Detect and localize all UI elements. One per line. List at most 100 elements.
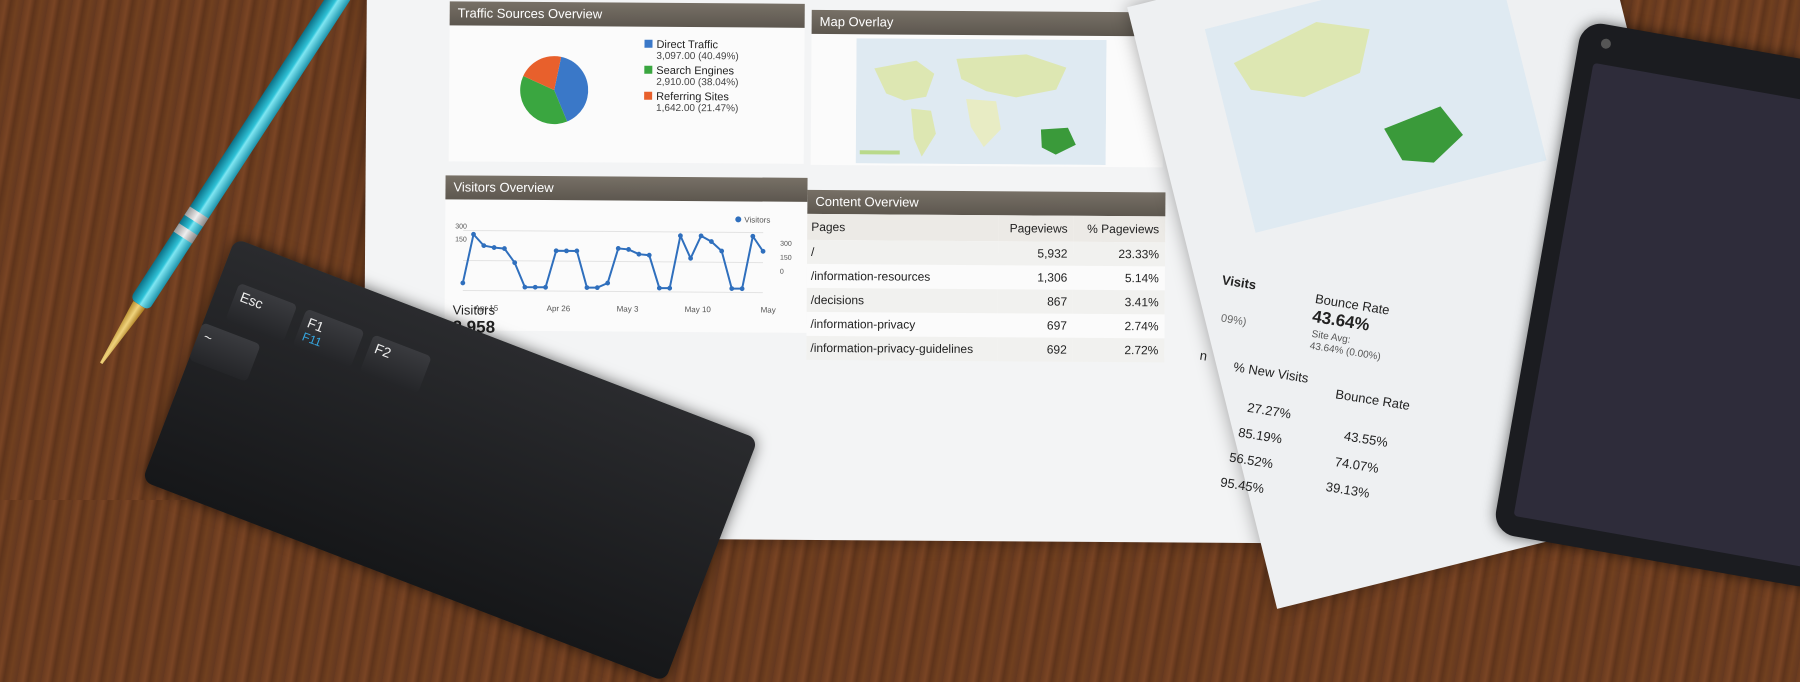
visitors-legend-label: Visitors — [744, 215, 771, 225]
visitors-point — [543, 284, 548, 290]
visitors-point — [522, 284, 528, 290]
legend-value: 2,910.00 (38.04%) — [656, 76, 739, 89]
pageviews: 692 — [996, 337, 1073, 362]
world-map — [855, 38, 1107, 165]
visitors-point — [760, 248, 766, 254]
visitors-legend-dot — [735, 216, 742, 223]
visitors-point — [532, 284, 538, 290]
bounce-rate-cell: 39.13% — [1324, 479, 1371, 501]
visitors-point — [584, 285, 590, 290]
visitors-point — [471, 231, 476, 237]
legend-item-search: Search Engines 2,910.00 (38.04%) — [644, 64, 739, 89]
legend-swatch-direct — [644, 39, 653, 48]
visitors-point — [719, 248, 725, 254]
visitors-point — [688, 255, 693, 261]
key-tilde: ~ — [188, 322, 261, 382]
visitors-x-ticks: Apr 15 Apr 26 May 3 May 10 May — [445, 303, 807, 315]
pct-pageviews: 5.14% — [1124, 271, 1159, 286]
grid-line — [463, 229, 764, 234]
secondary-map — [1204, 0, 1547, 233]
traffic-sources-panel: Traffic Sources Overview Direct Traffic … — [448, 1, 805, 164]
key-tilde-label: ~ — [201, 328, 215, 347]
visitors-point — [729, 286, 735, 291]
legend-label: Direct Traffic — [656, 38, 719, 52]
visitors-point — [491, 245, 497, 250]
visitors-summary-label: Visitors — [452, 302, 496, 318]
visitors-point — [698, 233, 704, 239]
page-path: / — [806, 239, 998, 266]
visitors-line-chart — [460, 229, 766, 294]
table-row: /information-privacy-guidelines 692 2.72… — [806, 335, 1165, 363]
col-pages: Pages — [807, 213, 998, 242]
visitors-point — [667, 285, 673, 291]
pageviews: 867 — [997, 289, 1074, 314]
visitors-point — [750, 233, 756, 239]
y-tick: 0 — [779, 268, 784, 276]
col-bounce-rate: Bounce Rate — [1334, 386, 1412, 413]
visitors-y-left: 300 150 — [455, 223, 467, 243]
visitors-point — [574, 248, 580, 254]
visits-pct-partial: 09%) — [1220, 312, 1248, 329]
visitors-point — [615, 246, 621, 251]
visitors-point — [626, 247, 631, 252]
table-row: /information-resources 1,306 5.14% — [807, 264, 1165, 290]
visitors-point — [739, 286, 745, 292]
x-tick: May — [760, 305, 776, 315]
key-f1: F1 F11 — [292, 308, 365, 369]
legend-item-direct: Direct Traffic 3,097.00 (40.49%) — [644, 38, 739, 63]
map-overlay-title: Map Overlay — [811, 9, 1164, 37]
bounce-rate-cell: 43.55% — [1343, 428, 1389, 450]
legend-swatch-search — [644, 65, 653, 74]
page-path: /information-resources — [810, 268, 931, 284]
page-path: /information-privacy — [810, 316, 916, 332]
content-overview-title: Content Overview — [807, 189, 1166, 217]
table-row: /decisions 867 3.41% — [806, 287, 1165, 315]
x-tick: May 3 — [616, 304, 639, 314]
visitors-point — [636, 251, 642, 257]
visitors-point — [502, 246, 507, 251]
y-tick: 150 — [779, 254, 792, 262]
visitors-point — [512, 260, 518, 266]
page-path: /information-privacy-guidelines — [806, 335, 997, 362]
pct-pageviews: 3.41% — [1073, 289, 1165, 315]
visitors-point — [564, 248, 569, 254]
page-path: /decisions — [806, 287, 998, 314]
visitors-overview-panel: Visitors Overview Visitors 300 150 300 1… — [444, 175, 808, 333]
traffic-pie-chart — [520, 56, 589, 125]
new-visits-cell: 85.19% — [1237, 424, 1284, 447]
col-pageviews: Pageviews — [997, 215, 1074, 242]
legend-item-referring: Referring Sites 1,642.00 (21.47%) — [644, 91, 739, 115]
key-esc: Esc — [225, 282, 298, 343]
pageviews: 5,932 — [997, 241, 1074, 266]
pen-tip — [95, 301, 145, 367]
content-table-header: Pages Pageviews % Pageviews — [807, 213, 1166, 243]
new-visits-cell: 95.45% — [1219, 474, 1266, 497]
key-f2: F2 — [359, 334, 432, 394]
visitors-point — [594, 285, 600, 291]
grid-line — [462, 289, 763, 294]
bounce-rate-cell: 74.07% — [1333, 454, 1380, 476]
visitors-point — [481, 243, 487, 249]
new-visits-cell: 27.27% — [1246, 399, 1293, 422]
y-tick: 300 — [780, 240, 792, 248]
visitors-point — [656, 285, 662, 291]
table-row: /information-privacy 697 2.74% — [806, 312, 1164, 338]
pct-pageviews: 23.33% — [1073, 241, 1166, 267]
visitors-point — [646, 252, 652, 258]
x-tick: Apr 26 — [546, 304, 571, 314]
traffic-legend: Direct Traffic 3,097.00 (40.49%) Search … — [644, 39, 795, 130]
legend-value: 1,642.00 (21.47%) — [656, 102, 739, 115]
x-tick: May 10 — [684, 305, 711, 315]
visitors-point — [605, 280, 611, 286]
visitors-legend: Visitors — [735, 215, 771, 225]
legend-label: Search Engines — [656, 64, 735, 78]
key-f11-label: F11 — [300, 329, 324, 350]
pct-pageviews: 2.74% — [1124, 319, 1159, 334]
col-new-visits: % New Visits — [1232, 359, 1310, 386]
legend-value: 3,097.00 (40.49%) — [656, 50, 739, 63]
visitors-point — [709, 239, 714, 244]
visits-label: Visits — [1220, 272, 1258, 293]
traffic-sources-title: Traffic Sources Overview — [449, 1, 805, 28]
key-esc-label: Esc — [237, 288, 266, 312]
visitors-overview-title: Visitors Overview — [445, 175, 808, 202]
